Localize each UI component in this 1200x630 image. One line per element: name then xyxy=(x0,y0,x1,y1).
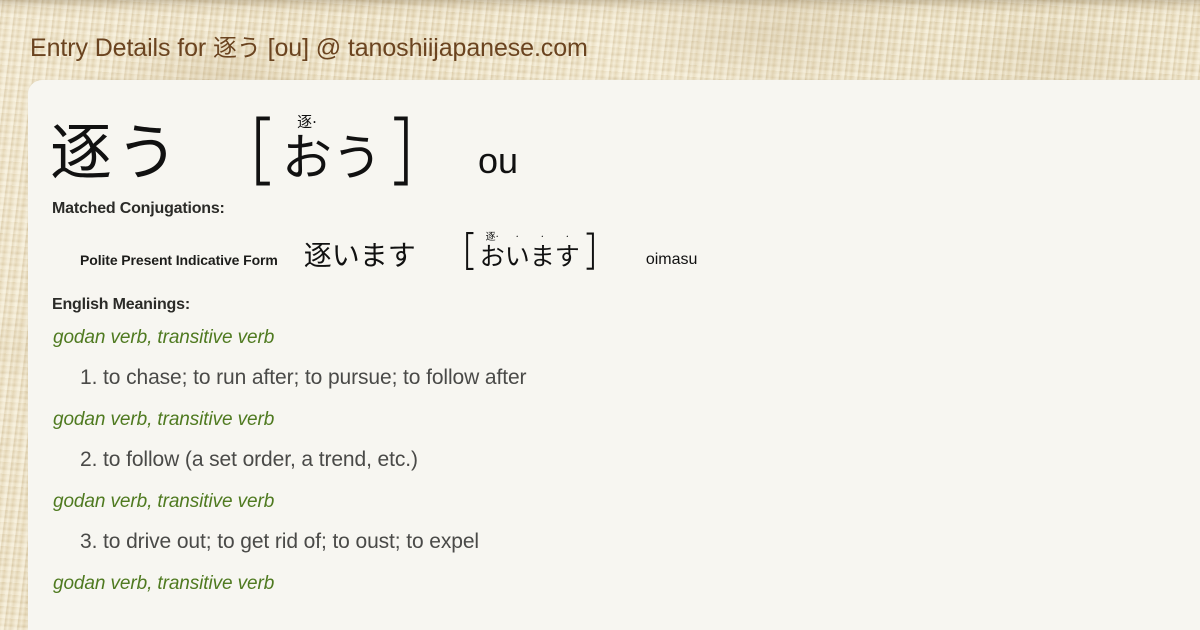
ruby-base: お xyxy=(282,128,333,187)
bracket-open: ［ xyxy=(218,110,272,197)
conjugation-kanji: 逐います xyxy=(303,239,416,273)
sense-definition: 3. to drive out; to get rid of; to oust;… xyxy=(80,530,480,554)
part-of-speech: godan verb, transitive verb xyxy=(53,327,275,349)
headword-kanji: 逐う xyxy=(50,116,183,189)
conjugation-row[interactable]: Polite Present Indicative Form 逐います ［ 逐·… xyxy=(28,232,1200,274)
english-meanings-list: godan verb, transitive verb 1. to chase;… xyxy=(28,324,1200,598)
ruby-unit: 逐· お xyxy=(480,232,505,270)
bracket-close: ］ xyxy=(585,230,615,277)
headword-reading: ［ 逐· お う ］ xyxy=(208,110,456,197)
bracket-close: ］ xyxy=(392,110,446,197)
sense-definition: 1. to chase; to run after; to pursue; to… xyxy=(80,366,527,390)
ruby-base: す xyxy=(554,242,580,271)
ruby-base: う xyxy=(332,128,383,187)
bracket-open: ［ xyxy=(445,230,475,277)
conjugation-ruby-group: 逐· お · い · ま · す xyxy=(480,232,580,270)
ruby-base: お xyxy=(479,242,505,271)
ruby-unit: 逐· お xyxy=(282,114,332,185)
matched-conjugations-label: Matched Conjugations: xyxy=(52,200,225,217)
entry-details-card: 逐う ［ 逐· お う ］ ou Matched Conjugations: P… xyxy=(28,80,1200,630)
ruby-unit: · す xyxy=(555,232,580,270)
english-meanings-label: English Meanings: xyxy=(52,296,190,314)
part-of-speech: godan verb, transitive verb xyxy=(53,409,275,431)
page-title-word: 逐う xyxy=(212,34,261,62)
conjugation-reading: ［ 逐· お · い · ま · す ］ xyxy=(440,232,620,274)
ruby-base: い xyxy=(504,242,530,271)
page-title-suffix: [ou] @ tanoshiijapanese.com xyxy=(260,34,588,62)
conjugation-name: Polite Present Indicative Form xyxy=(80,252,278,269)
conjugation-romaji: oimasu xyxy=(645,251,698,269)
ruby-unit: · い xyxy=(505,232,530,270)
conjugation-list: Polite Present Indicative Form 逐います ［ 逐·… xyxy=(28,232,1200,274)
sense-definition: 2. to follow (a set order, a trend, etc.… xyxy=(80,448,418,472)
part-of-speech: godan verb, transitive verb xyxy=(53,491,275,513)
ruby-base: ま xyxy=(529,242,555,271)
headword-row: 逐う ［ 逐· お う ］ ou xyxy=(28,80,1200,197)
ruby-unit: · ま xyxy=(530,232,555,270)
page-title: Entry Details for 逐う [ou] @ tanoshiijapa… xyxy=(30,32,588,64)
page-title-prefix: Entry Details for xyxy=(30,34,213,62)
headword-ruby-group: 逐· お う xyxy=(282,114,382,185)
ruby-unit: う xyxy=(332,114,382,185)
headword-romaji: ou xyxy=(478,140,519,181)
part-of-speech: godan verb, transitive verb xyxy=(53,573,275,595)
